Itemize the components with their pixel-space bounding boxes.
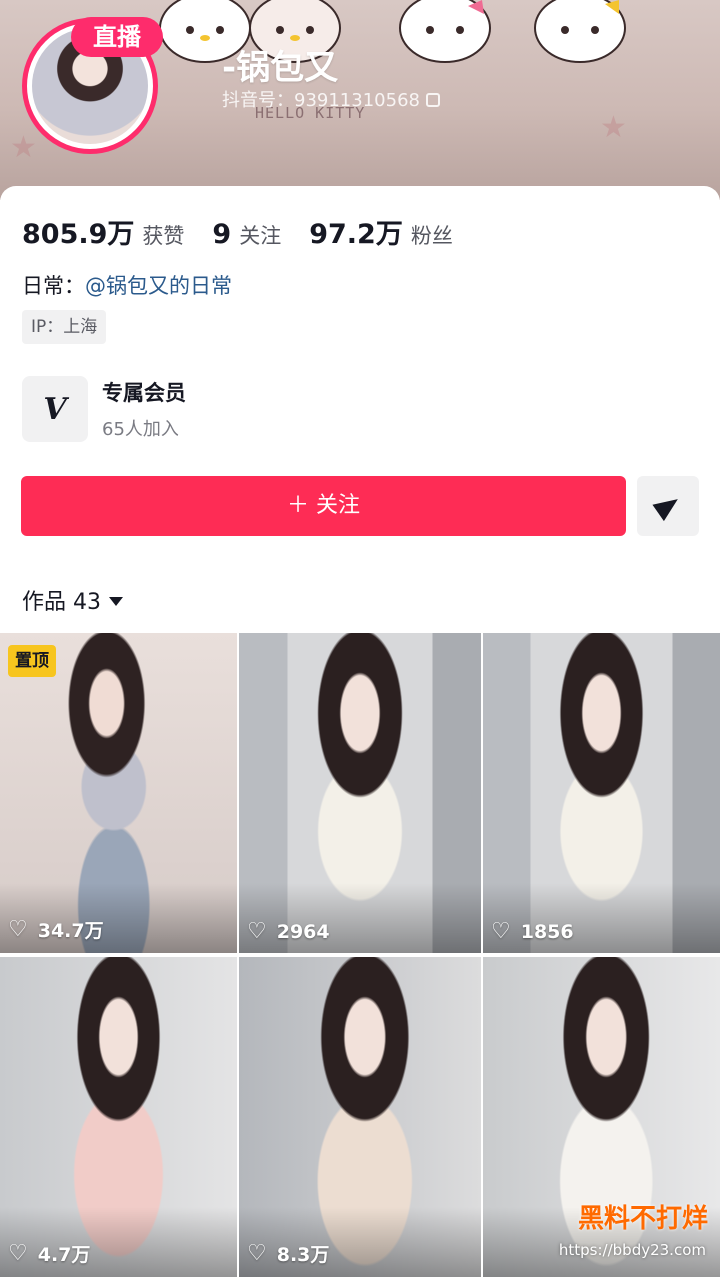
stat-label: 粉丝: [410, 224, 453, 248]
heart-icon: ♡: [8, 1240, 28, 1266]
video-tile[interactable]: ♡ 2964: [239, 633, 481, 953]
watermark-url: https://bbdy23.com: [558, 1241, 706, 1259]
bio-daily-prefix: 日常：: [22, 274, 85, 298]
nickname: -锅包又: [222, 48, 339, 88]
star-icon: ★: [10, 130, 37, 165]
member-entry[interactable]: V 专属会员 65人加入: [22, 376, 186, 442]
copy-icon[interactable]: [425, 93, 440, 107]
v-member-icon: V: [22, 376, 88, 442]
stat-followers[interactable]: 97.2万 粉丝: [309, 212, 453, 251]
heart-icon: ♡: [247, 919, 267, 944]
caret-down-icon: [109, 597, 123, 606]
douyin-id-text: 抖音号：93911310568: [222, 90, 420, 111]
watermark-text: 黑料不打烊: [577, 1204, 708, 1234]
video-tile[interactable]: 黑料不打烊 https://bbdy23.com: [483, 957, 720, 1277]
like-count: ♡ 34.7万: [8, 916, 104, 943]
heart-icon: ♡: [247, 1240, 267, 1266]
member-text: 专属会员 65人加入: [102, 377, 186, 441]
share-button[interactable]: [637, 476, 699, 536]
paper-plane-icon: [652, 490, 684, 522]
profile-banner: ★ ★ HELLO KITTY 直播 -锅包又 抖音号：93911310568: [0, 0, 720, 200]
heart-icon: ♡: [491, 919, 511, 944]
ip-location-tag: IP：上海: [22, 310, 107, 344]
like-count-text: 1856: [520, 921, 574, 943]
like-count-text: 2964: [276, 921, 330, 943]
stat-number: 9: [212, 219, 232, 250]
hello-kitty-icon: [399, 0, 491, 63]
stat-following[interactable]: 9 关注: [212, 219, 281, 250]
like-count: ♡ 1856: [491, 919, 574, 944]
like-count-text: 34.7万: [37, 920, 104, 942]
follow-button[interactable]: ＋ 关注: [21, 476, 626, 536]
pinned-badge: 置顶: [8, 645, 56, 677]
member-subtitle: 65人加入: [102, 419, 179, 440]
stat-label: 获赞: [142, 224, 185, 248]
like-count: ♡ 8.3万: [247, 1240, 329, 1267]
like-count: ♡ 4.7万: [8, 1240, 90, 1267]
video-tile[interactable]: 置顶 ♡ 34.7万: [0, 633, 237, 953]
video-tile[interactable]: ♡ 4.7万: [0, 957, 237, 1277]
video-tile[interactable]: ♡ 8.3万: [239, 957, 481, 1277]
stat-number: 97.2万: [309, 219, 403, 250]
douyin-id: 抖音号：93911310568: [222, 86, 440, 112]
avatar[interactable]: 直播: [22, 17, 163, 154]
member-title: 专属会员: [102, 381, 186, 405]
heart-icon: ♡: [8, 916, 28, 942]
profile-screen: ★ ★ HELLO KITTY 直播 -锅包又 抖音号：93911310568 …: [0, 0, 720, 1280]
stat-label: 关注: [239, 224, 282, 248]
bio-daily-link[interactable]: @锅包又的日常: [85, 274, 232, 298]
stats-row: 805.9万 获赞 9 关注 97.2万 粉丝: [22, 212, 481, 251]
works-tab[interactable]: 作品 43: [22, 584, 123, 616]
live-badge[interactable]: 直播: [71, 17, 163, 57]
like-count-text: 4.7万: [37, 1244, 91, 1266]
like-count: ♡ 2964: [247, 919, 330, 944]
works-label: 作品 43: [22, 590, 101, 615]
star-icon: ★: [600, 110, 627, 145]
works-grid: 置顶 ♡ 34.7万 ♡ 2964 ♡ 1856 ♡ 4.7万 ♡ 8.3万 黑料不打烊: [0, 633, 720, 1277]
stat-likes[interactable]: 805.9万 获赞: [22, 212, 184, 251]
bio-daily: 日常：@锅包又的日常: [22, 270, 232, 300]
like-count-text: 8.3万: [276, 1244, 330, 1266]
stat-number: 805.9万: [22, 219, 135, 250]
video-tile[interactable]: ♡ 1856: [483, 633, 720, 953]
hello-kitty-icon: [534, 0, 626, 63]
